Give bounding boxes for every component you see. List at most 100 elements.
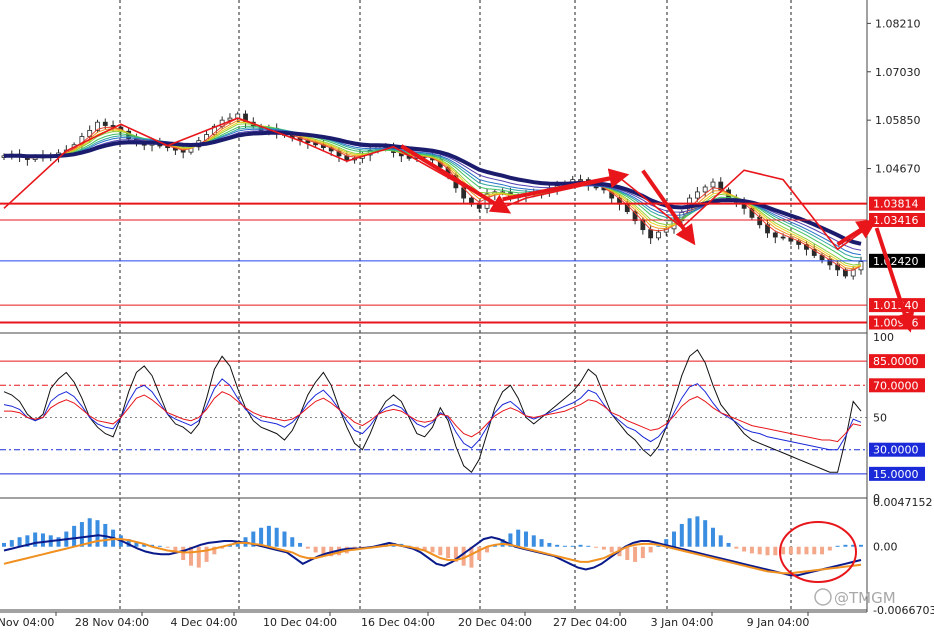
- trading-chart: 1.03814 1.03416 1.02420 1.01340 1.00916 1.082…: [0, 0, 934, 632]
- price-level-label: 1.00916: [873, 317, 919, 330]
- price-tick-label: 1.04670: [875, 163, 921, 176]
- histogram-bar: [313, 546, 318, 553]
- histogram-bar: [827, 546, 832, 551]
- candle: [648, 229, 654, 239]
- histogram-bar: [765, 546, 770, 556]
- candle: [476, 203, 482, 209]
- candle: [850, 269, 856, 277]
- histogram-bar: [531, 535, 536, 547]
- histogram-bar: [695, 516, 700, 547]
- histogram-bar: [781, 546, 786, 555]
- histogram-bar: [757, 546, 762, 555]
- histogram-bar: [305, 546, 310, 549]
- histogram-bar: [446, 546, 451, 559]
- histogram-tick-label: 0.0047152: [873, 496, 933, 509]
- oscillator-level-label: 85.0000: [873, 355, 919, 368]
- candle: [640, 220, 646, 231]
- histogram-bar: [95, 520, 100, 547]
- histogram-bar: [804, 546, 809, 555]
- histogram-bar: [562, 545, 567, 547]
- histogram-bar: [79, 522, 84, 547]
- histogram-bar: [625, 546, 630, 561]
- time-axis-label: 27 Dec 04:00: [553, 616, 627, 629]
- histogram-bar: [523, 531, 528, 547]
- price-level-label: 1.03814: [873, 198, 919, 211]
- time-axis-label: 20 Dec 04:00: [458, 616, 532, 629]
- candle: [710, 181, 716, 188]
- price-level-label: 1.01340: [873, 299, 919, 312]
- histogram-bar: [601, 546, 606, 550]
- histogram-bar: [196, 546, 201, 568]
- histogram-bar: [796, 546, 801, 555]
- histogram-bar: [165, 546, 170, 548]
- histogram-bar: [687, 518, 692, 547]
- histogram-bar: [710, 527, 715, 547]
- histogram-bar: [633, 546, 638, 562]
- histogram-bar: [290, 537, 295, 547]
- histogram-bar: [812, 546, 817, 555]
- histogram-bar: [859, 544, 863, 547]
- histogram-bar: [2, 542, 6, 547]
- histogram-bar: [157, 545, 162, 547]
- candle: [102, 121, 108, 126]
- histogram-bar: [788, 546, 793, 555]
- candle: [702, 186, 708, 193]
- histogram-bar: [726, 542, 731, 547]
- histogram-bar: [648, 546, 653, 553]
- time-axis-label: 4 Dec 04:00: [171, 616, 238, 629]
- histogram-bar: [703, 520, 708, 547]
- candle: [694, 191, 700, 199]
- candle: [656, 231, 661, 239]
- time-axis-label: 10 Dec 04:00: [263, 616, 337, 629]
- price-tick-label: 1.07030: [875, 66, 921, 79]
- histogram-bar: [430, 546, 435, 553]
- histogram-bar: [72, 525, 77, 547]
- histogram-bar: [609, 546, 614, 553]
- histogram-bar: [274, 527, 279, 547]
- histogram-tick-label: 0.00: [873, 541, 898, 554]
- watermark-text: @TMGM: [834, 589, 896, 607]
- oscillator-level-label: 15.0000: [873, 468, 919, 481]
- price-tick-label: 1.05850: [875, 114, 921, 127]
- time-axis-label: 3 Jan 04:00: [651, 616, 714, 629]
- candle: [772, 232, 778, 238]
- histogram-bar: [679, 523, 684, 547]
- histogram-bar: [843, 544, 848, 547]
- histogram-bar: [547, 542, 552, 547]
- histogram-bar: [773, 546, 778, 556]
- histogram-bar: [516, 529, 521, 547]
- histogram-bar: [742, 546, 747, 552]
- histogram-bar: [835, 545, 840, 547]
- histogram-bar: [461, 546, 466, 566]
- time-axis-label: 28 Nov 04:00: [75, 616, 149, 629]
- histogram-bar: [266, 525, 271, 547]
- histogram-bar: [718, 535, 723, 547]
- candle: [578, 179, 583, 182]
- histogram-bar: [820, 546, 825, 555]
- histogram-bar: [586, 545, 591, 547]
- histogram-bar: [9, 540, 14, 547]
- histogram-bar: [204, 546, 209, 562]
- oscillator-tick-label: 100: [873, 331, 894, 344]
- histogram-bar: [282, 531, 287, 547]
- histogram-bar: [17, 537, 22, 547]
- histogram-bar: [749, 546, 754, 554]
- histogram-bar: [570, 545, 575, 547]
- histogram-bar: [33, 532, 38, 547]
- histogram-bar: [640, 546, 645, 559]
- price-level-label: 1.03416: [873, 214, 919, 227]
- histogram-bar: [40, 533, 45, 547]
- histogram-bar: [56, 537, 61, 547]
- price-level-label: 1.02420: [873, 255, 919, 268]
- oscillator-level-label: 70.0000: [873, 379, 919, 392]
- time-axis-label: Nov 04:00: [0, 616, 54, 629]
- histogram-bar: [438, 546, 443, 556]
- histogram-bar: [555, 544, 560, 547]
- oscillator-tick-label: 50: [873, 412, 887, 425]
- price-tick-label: 1.08210: [875, 17, 921, 30]
- oscillator-level-label: 30.0000: [873, 444, 919, 457]
- histogram-bar: [594, 546, 599, 548]
- histogram-bar: [734, 546, 739, 549]
- time-axis-label: 9 Jan 04:00: [747, 616, 810, 629]
- candle: [780, 236, 786, 239]
